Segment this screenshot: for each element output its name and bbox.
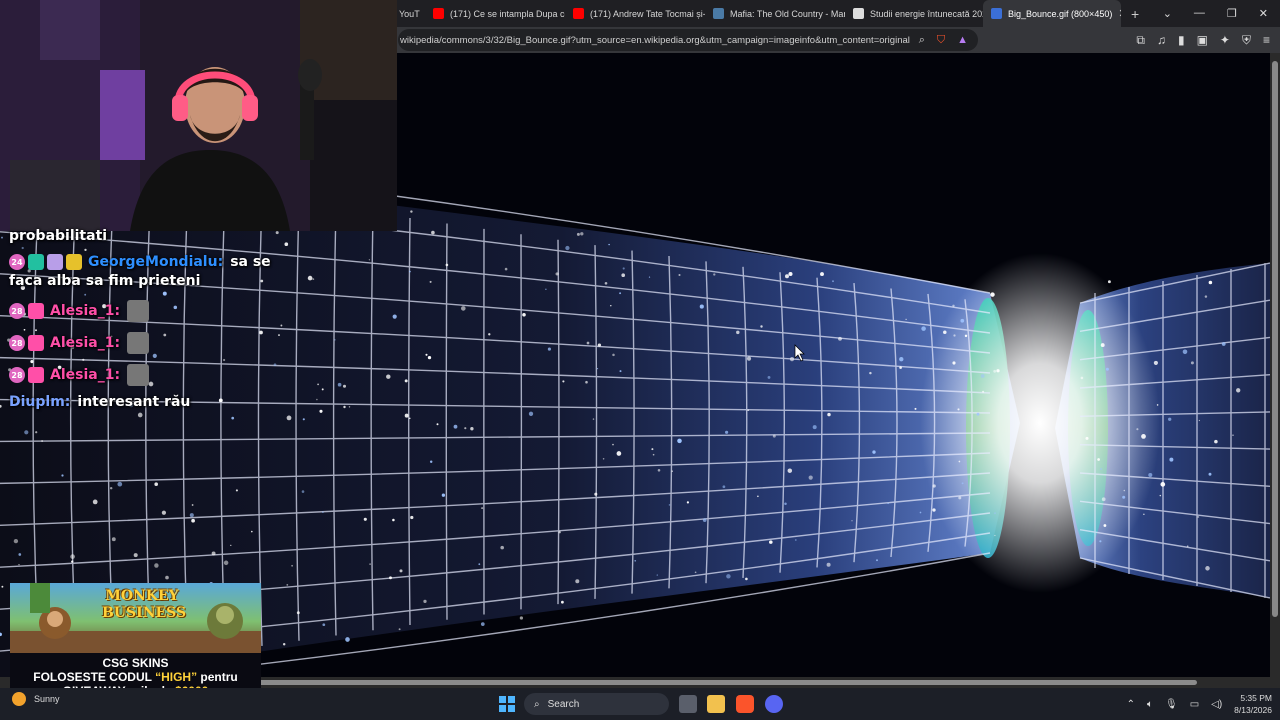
- start-button[interactable]: [499, 696, 515, 712]
- weather-widget[interactable]: Sunny: [12, 692, 60, 706]
- chat-message: Diuplm: interesant rău: [9, 394, 190, 410]
- crown-badge-icon: [28, 367, 44, 383]
- brave-shields-icon[interactable]: ⛉: [937, 34, 945, 47]
- extensions-toolbar: ⧉ ♫ ▮ ▣ ✦ ⛨ ≡: [1136, 33, 1280, 48]
- chat-text: faca alba sa fim prieteni: [9, 273, 201, 289]
- image-icon: [991, 8, 1002, 19]
- ad-code: “HIGH”: [155, 670, 198, 684]
- date: 8/13/2026: [1234, 705, 1272, 715]
- discord-icon[interactable]: [765, 695, 783, 713]
- chat-text: sa se: [230, 254, 271, 270]
- chat-message: 28 Alesia_1:: [9, 332, 150, 354]
- ad-brand: CSG SKINS: [102, 656, 169, 670]
- vertical-scrollbar[interactable]: [1270, 53, 1280, 677]
- vpn-icon[interactable]: ⛨: [1242, 33, 1251, 48]
- tab-steam[interactable]: Mafia: The Old Country - Man: [705, 0, 845, 27]
- tab-label: (171) Ce se intampla Dupa ce: [450, 8, 565, 19]
- tab-youtube[interactable]: YouT: [397, 0, 425, 27]
- clock[interactable]: 5:35 PM 8/13/2026: [1234, 692, 1272, 716]
- webcam-overlay: [0, 0, 397, 231]
- tab-video-2[interactable]: (171) Andrew Tate Tocmai și-a: [565, 0, 705, 27]
- microphone-icon[interactable]: 🎙︎: [1165, 699, 1178, 710]
- chat-message: probabilitati: [9, 228, 107, 244]
- page-icon: [853, 8, 864, 19]
- time: 5:35 PM: [1240, 693, 1272, 703]
- subscriber-badge: 28: [9, 303, 25, 319]
- search-placeholder: Search: [547, 698, 580, 710]
- sponsor-ad: MONKEY BUSINESS CSG SKINS FOLOSESTE CODU…: [10, 583, 261, 703]
- url-text: wikipedia/commons/3/32/Big_Bounce.gif?ut…: [400, 34, 910, 46]
- youtube-icon: [433, 8, 444, 19]
- chat-username: Alesia_1:: [50, 335, 121, 351]
- sun-icon: [12, 692, 26, 706]
- zoom-icon[interactable]: ⌕: [919, 34, 925, 47]
- chat-message: 28 Alesia_1:: [9, 364, 150, 386]
- crown-badge-icon: [28, 335, 44, 351]
- media-icon[interactable]: ♫: [1157, 33, 1166, 48]
- chat-message: 24 GeorgeMondialu: sa se: [9, 254, 271, 270]
- subscriber-badge: 28: [9, 335, 25, 351]
- tab-label: (171) Andrew Tate Tocmai și-a: [590, 8, 705, 19]
- extensions-icon[interactable]: ⧉: [1136, 33, 1145, 48]
- subscriber-badge: 28: [9, 367, 25, 383]
- youtube-icon: [573, 8, 584, 19]
- ad-title: MONKEY BUSINESS: [102, 588, 187, 621]
- tab-label: Mafia: The Old Country - Man: [730, 8, 845, 19]
- brave-browser-icon[interactable]: [736, 695, 754, 713]
- speaker-icon[interactable]: 🔈︎: [1147, 699, 1153, 710]
- ad-line-1: FOLOSESTE CODUL “HIGH” pentru: [10, 670, 261, 684]
- menu-icon[interactable]: ≡: [1263, 33, 1270, 48]
- chevron-up-icon[interactable]: ⌃: [1127, 699, 1135, 710]
- crown-badge-icon: [28, 303, 44, 319]
- task-view-icon[interactable]: [679, 695, 697, 713]
- close-window-icon[interactable]: ✕: [1259, 7, 1268, 20]
- tab-label: YouT: [399, 8, 420, 19]
- tab-label: Big_Bounce.gif (800×450): [1008, 8, 1113, 19]
- emote-icon: [127, 332, 150, 354]
- file-explorer-icon[interactable]: [707, 695, 725, 713]
- new-tab-button[interactable]: +: [1121, 6, 1149, 22]
- streamer-webcam: [0, 0, 397, 231]
- taskbar-search[interactable]: ⌕ Search: [524, 693, 669, 715]
- chat-username: Alesia_1:: [50, 367, 121, 383]
- leo-icon[interactable]: ✦: [1220, 33, 1230, 48]
- subscriber-badge: 24: [9, 254, 25, 270]
- gift-badge-icon: [47, 254, 63, 270]
- tab-video-1[interactable]: (171) Ce se intampla Dupa ce: [425, 0, 565, 27]
- display-icon[interactable]: ▭: [1190, 699, 1199, 710]
- tab-studii[interactable]: Studii energie întunecată 2026: [845, 0, 983, 27]
- minimize-icon[interactable]: —: [1194, 7, 1205, 20]
- brave-rewards-icon[interactable]: ▲: [957, 34, 968, 47]
- windows-taskbar: Sunny ⌕ Search ⌃ 🔈︎ 🎙︎ ▭ ◁) 5:35 PM 8/13…: [0, 688, 1280, 720]
- sidebar-icon[interactable]: ▮: [1178, 33, 1185, 48]
- emote-icon: [127, 364, 150, 386]
- ad-text: FOLOSESTE CODUL: [33, 670, 156, 684]
- system-tray: ⌃ 🔈︎ 🎙︎ ▭ ◁) 5:35 PM 8/13/2026: [1127, 688, 1272, 720]
- screen: YouT (171) Ce se intampla Dupa ce (171) …: [0, 0, 1280, 720]
- chat-text: probabilitati: [9, 228, 108, 244]
- volume-icon[interactable]: ◁): [1211, 699, 1222, 710]
- chat-message: faca alba sa fim prieteni: [9, 273, 200, 289]
- gg-badge-icon: [28, 254, 44, 270]
- address-bar[interactable]: wikipedia/commons/3/32/Big_Bounce.gif?ut…: [398, 29, 978, 51]
- wallet-icon[interactable]: ▣: [1197, 33, 1208, 48]
- maximize-icon[interactable]: ❐: [1227, 7, 1237, 20]
- chat-username: Alesia_1:: [50, 303, 121, 319]
- tab-search-icon[interactable]: ⌄: [1163, 7, 1172, 20]
- chat-message: 28 Alesia_1:: [9, 300, 150, 322]
- weather-text: Sunny: [34, 694, 60, 704]
- tab-big-bounce[interactable]: Big_Bounce.gif (800×450) ✕: [983, 0, 1121, 27]
- emote-icon: [127, 300, 150, 322]
- chat-text: interesant rău: [77, 394, 191, 410]
- crown-badge-icon: [66, 254, 82, 270]
- ad-text: pentru: [197, 670, 238, 684]
- window-controls: ⌄ — ❐ ✕: [1163, 7, 1280, 20]
- search-icon: ⌕: [534, 698, 540, 710]
- chat-username: GeorgeMondialu:: [88, 254, 224, 270]
- tab-label: Studii energie întunecată 2026: [870, 8, 983, 19]
- steam-icon: [713, 8, 724, 19]
- chat-username: Diuplm:: [9, 394, 71, 410]
